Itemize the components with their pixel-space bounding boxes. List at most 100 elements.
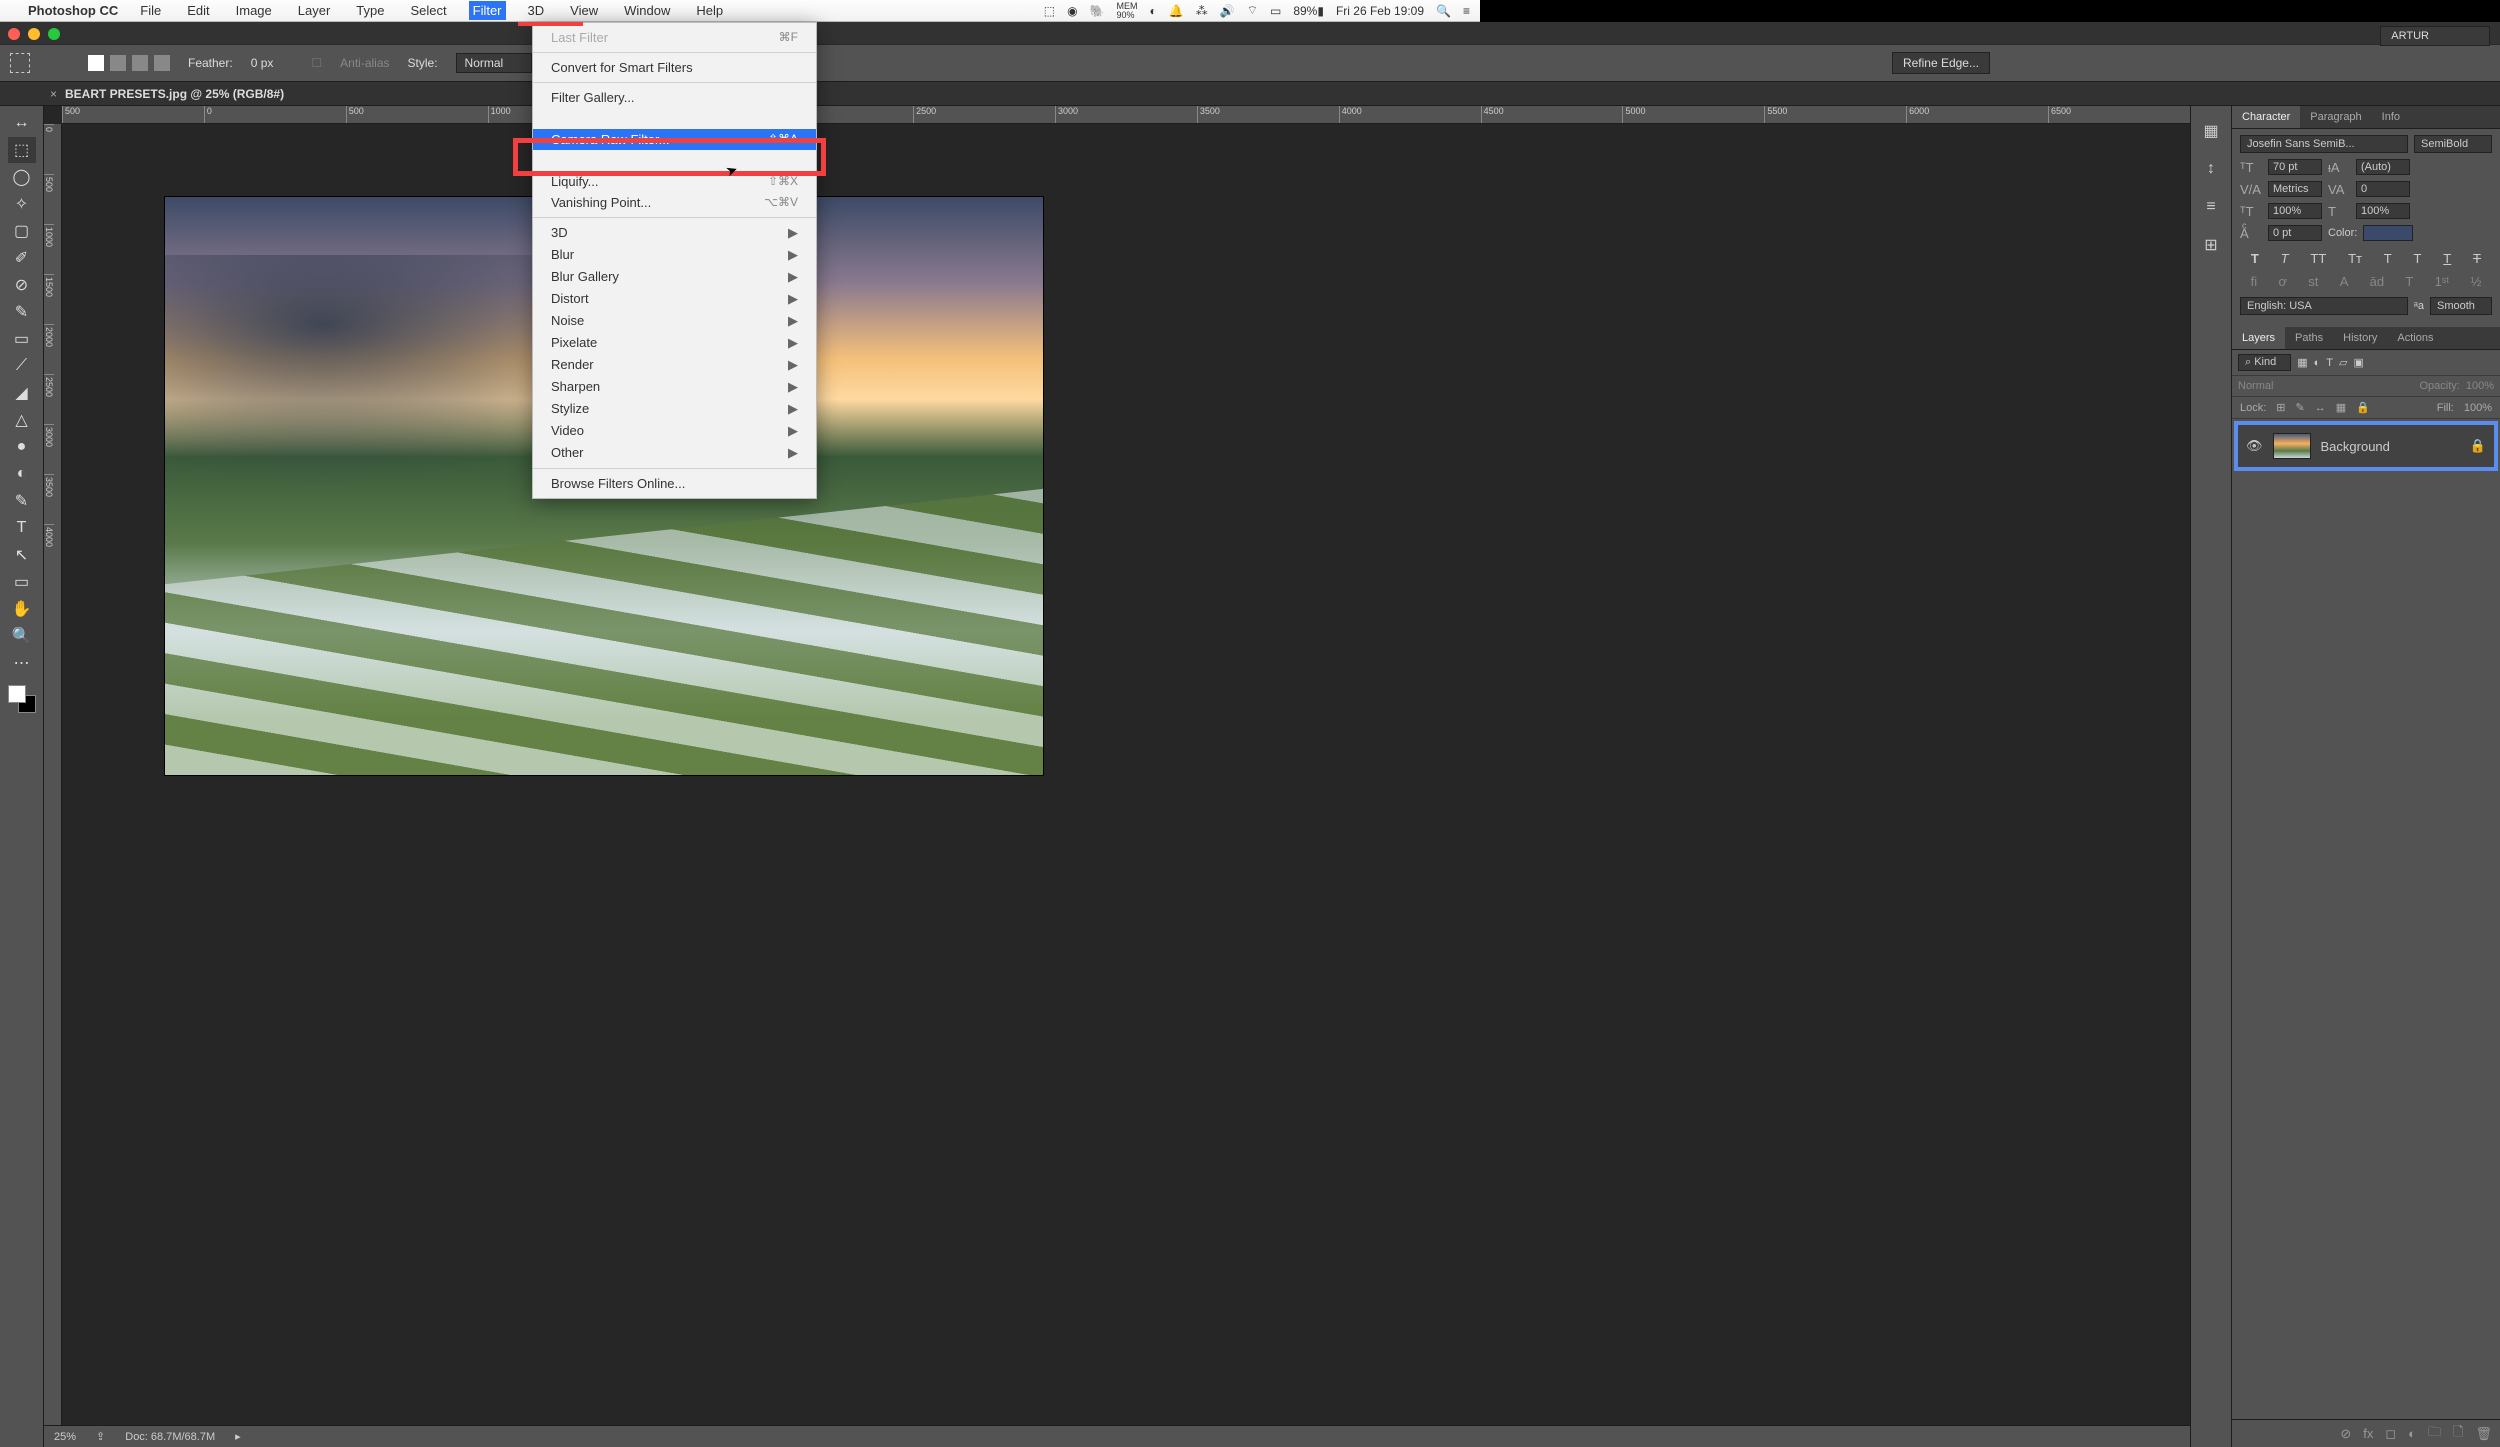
tab-paths[interactable]: Paths (2285, 327, 2333, 349)
volume-icon[interactable]: 🔊 (1220, 4, 1235, 18)
menu-item-3d[interactable]: 3D▶ (533, 222, 816, 244)
layer-row-background[interactable]: 👁 Background 🔒 (2234, 421, 2498, 471)
strike-button[interactable]: T (2473, 251, 2481, 266)
ruler-vertical[interactable]: 05001000150020002500300035004000 (44, 124, 62, 1425)
document-tab-title[interactable]: BEART PRESETS.jpg @ 25% (RGB/8#) (65, 87, 284, 101)
menu-window[interactable]: Window (620, 1, 674, 20)
menu-image[interactable]: Image (232, 1, 276, 20)
leading-input[interactable]: (Auto) (2356, 159, 2410, 175)
feather-value[interactable]: 0 px (251, 56, 274, 70)
tab-paragraph[interactable]: Paragraph (2300, 106, 2371, 128)
menu-item-pixelate[interactable]: Pixelate▶ (533, 332, 816, 354)
stylistic-button[interactable]: ād (2370, 274, 2384, 289)
foreground-color-swatch[interactable] (8, 685, 26, 703)
shape-tool[interactable]: ▭ (8, 569, 36, 595)
gradient-tool[interactable]: △ (8, 407, 36, 433)
eraser-tool[interactable]: ◢ (8, 380, 36, 406)
menu-item-convert-for-smart-filters[interactable]: Convert for Smart Filters (533, 57, 816, 78)
share-icon[interactable]: ⇪ (96, 1430, 105, 1443)
tab-history[interactable]: History (2333, 327, 2387, 349)
ruler-horizontal[interactable]: 5000500100015002000250030003500400045005… (62, 106, 2190, 124)
dock-icon-4[interactable]: ⊞ (2198, 232, 2224, 258)
menu-item-blur[interactable]: Blur▶ (533, 244, 816, 266)
menu-filter[interactable]: Filter (469, 1, 506, 20)
menu-item-noise[interactable]: Noise▶ (533, 310, 816, 332)
marquee-tool-icon[interactable] (10, 53, 30, 73)
menu-extras-icon[interactable]: ≡ (1463, 4, 1470, 18)
app-name[interactable]: Photoshop CC (28, 3, 118, 18)
antialias-dropdown[interactable]: Smooth (2430, 297, 2492, 315)
dropbox-icon[interactable]: ⬚ (1044, 4, 1055, 18)
dodge-tool[interactable]: ◐ (8, 461, 36, 487)
layer-thumbnail[interactable] (2273, 433, 2311, 459)
lock-artboard-icon[interactable]: ▦ (2336, 401, 2346, 414)
menu-item-vanishing-point[interactable]: Vanishing Point...⌥⌘V (533, 192, 816, 213)
evernote-icon[interactable]: 🐘 (1090, 4, 1105, 18)
opacity-value[interactable]: 100% (2466, 380, 2494, 392)
adjustment-icon[interactable]: ◐ (2408, 1426, 2416, 1441)
visibility-icon[interactable]: 👁 (2246, 438, 2263, 454)
layer-fx-icon[interactable]: fx (2363, 1426, 2373, 1441)
dock-icon-1[interactable]: ▦ (2198, 118, 2224, 144)
menu-item-sharpen[interactable]: Sharpen▶ (533, 376, 816, 398)
battery-icon[interactable]: 89% ▮ (1293, 4, 1324, 18)
menu-type[interactable]: Type (352, 1, 388, 20)
menu-file[interactable]: File (136, 1, 165, 20)
dock-icon-2[interactable]: ↕ (2198, 156, 2224, 182)
bold-button[interactable]: T (2251, 251, 2259, 266)
ordinals-button[interactable]: 1ˢᵗ (2435, 274, 2450, 289)
menu-help[interactable]: Help (692, 1, 727, 20)
font-family-dropdown[interactable]: Josefin Sans SemiB... (2240, 135, 2408, 153)
fill-value[interactable]: 100% (2464, 402, 2492, 414)
tracking-input[interactable]: 0 (2356, 181, 2410, 197)
crop-tool[interactable]: ▢ (8, 218, 36, 244)
hscale-input[interactable]: 100% (2356, 203, 2410, 219)
filter-type-icon[interactable]: T (2326, 357, 2333, 369)
refine-edge-button[interactable]: Refine Edge... (1892, 52, 1990, 74)
close-tab-icon[interactable]: × (50, 87, 57, 101)
color-swatch[interactable] (8, 685, 36, 713)
lock-pixels-icon[interactable]: ⊞ (2276, 401, 2285, 414)
menu-item-stylize[interactable]: Stylize▶ (533, 398, 816, 420)
intersect-selection-icon[interactable] (154, 55, 170, 71)
path-select-tool[interactable]: ↖ (8, 542, 36, 568)
underline-button[interactable]: T (2443, 251, 2451, 266)
menu-item-video[interactable]: Video▶ (533, 420, 816, 442)
filter-adjust-icon[interactable]: ◐ (2314, 357, 2321, 369)
titling-button[interactable]: T (2405, 274, 2413, 289)
font-weight-dropdown[interactable]: SemiBold (2414, 135, 2492, 153)
vscale-input[interactable]: 100% (2268, 203, 2322, 219)
menu-item-browse-filters-online[interactable]: Browse Filters Online... (533, 473, 816, 494)
smallcaps-button[interactable]: Tᴛ (2348, 251, 2362, 266)
move-tool[interactable]: ↔ (8, 110, 36, 136)
close-window-icon[interactable] (8, 28, 20, 40)
superscript-button[interactable]: T (2384, 251, 2392, 266)
link-layers-icon[interactable]: ⊘ (2340, 1426, 2351, 1442)
layer-mask-icon[interactable]: ◻ (2385, 1426, 2396, 1442)
bluetooth-icon[interactable]: ⁂ (1196, 4, 1208, 18)
delete-layer-icon[interactable]: 🗑 (2475, 1426, 2492, 1442)
filter-smart-icon[interactable]: ▣ (2354, 356, 2364, 369)
menu-layer[interactable]: Layer (294, 1, 335, 20)
group-icon[interactable]: 🗀 (2428, 1423, 2441, 1445)
fractions-button[interactable]: ½ (2470, 274, 2481, 289)
lock-icon[interactable]: 🔒 (2470, 438, 2486, 454)
lock-all-icon[interactable]: ↔ (2315, 402, 2326, 414)
style-dropdown[interactable]: Normal (456, 53, 533, 73)
menu-item-other[interactable]: Other▶ (533, 442, 816, 464)
add-selection-icon[interactable] (110, 55, 126, 71)
tab-actions[interactable]: Actions (2387, 327, 2443, 349)
siri-icon[interactable]: ◐ (1150, 4, 1157, 18)
lock-lock-icon[interactable]: 🔒 (2356, 401, 2370, 414)
font-size-input[interactable]: 70 pt (2268, 159, 2322, 175)
tab-info[interactable]: Info (2372, 106, 2410, 128)
layer-filter-dropdown[interactable]: ⌕ Kind (2238, 354, 2291, 371)
menu-select[interactable]: Select (406, 1, 450, 20)
workspace-dropdown[interactable]: ARTUR (2380, 26, 2490, 46)
contextual-button[interactable]: ơ (2278, 274, 2287, 289)
zoom-tool[interactable]: 🔍 (8, 623, 36, 649)
lock-position-icon[interactable]: ✎ (2296, 401, 2305, 414)
filter-shape-icon[interactable]: ▱ (2339, 356, 2347, 369)
dock-icon-3[interactable]: ≡ (2198, 194, 2224, 220)
ligatures-button[interactable]: fi (2251, 274, 2258, 289)
